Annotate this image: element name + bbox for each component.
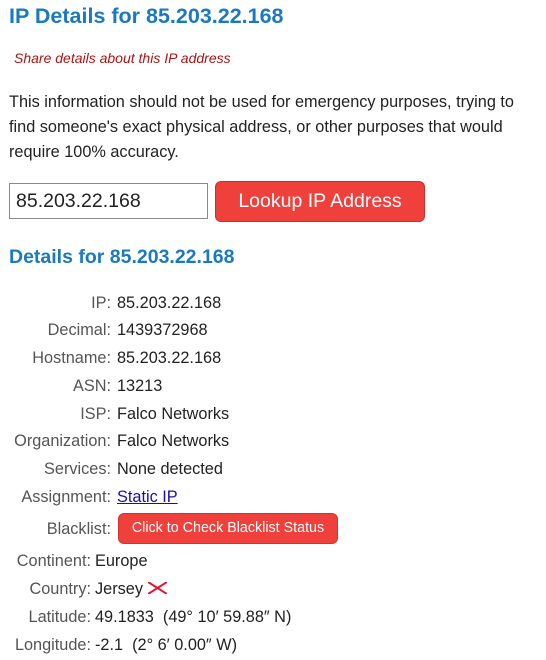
jersey-flag-icon <box>147 580 168 599</box>
latitude-label: Latitude: <box>28 608 91 626</box>
longitude-value: -2.1 (2° 6′ 0.00″ W) <box>95 636 238 654</box>
ip-label: IP: <box>91 294 111 312</box>
latitude-value: 49.1833 (49° 10′ 59.88″ N) <box>95 608 292 626</box>
page-title: IP Details for 85.203.22.168 <box>9 4 284 28</box>
hostname-label: Hostname: <box>32 349 111 367</box>
share-link[interactable]: Share details about this IP address <box>14 50 231 66</box>
continent-label: Continent: <box>16 552 91 570</box>
organization-label: Organization: <box>14 432 111 450</box>
assignment-link[interactable]: Static IP <box>117 488 178 507</box>
continent-value: Europe <box>95 552 148 570</box>
disclaimer-text: This information should not be used for … <box>9 93 514 161</box>
longitude-label: Longitude: <box>14 636 91 654</box>
isp-label: ISP: <box>80 405 111 423</box>
country-row: Jersey <box>95 580 168 599</box>
check-blacklist-button[interactable]: Click to Check Blacklist Status <box>118 513 338 544</box>
organization-value: Falco Networks <box>117 432 230 450</box>
isp-value: Falco Networks <box>117 405 230 423</box>
assignment-label: Assignment: <box>21 488 111 506</box>
blacklist-label: Blacklist: <box>46 520 111 538</box>
details-heading: Details for 85.203.22.168 <box>9 246 235 268</box>
asn-label: ASN: <box>72 377 111 395</box>
country-label: Country: <box>29 580 91 598</box>
lookup-ip-button[interactable]: Lookup IP Address <box>215 181 425 222</box>
decimal-value: 1439372968 <box>117 321 208 339</box>
services-value: None detected <box>117 460 223 478</box>
decimal-label: Decimal: <box>47 321 111 339</box>
ip-address-input[interactable] <box>9 183 208 219</box>
services-label: Services: <box>44 460 111 478</box>
country-value: Jersey <box>95 580 143 598</box>
asn-value: 13213 <box>117 377 163 395</box>
ip-value: 85.203.22.168 <box>117 294 222 312</box>
hostname-value: 85.203.22.168 <box>117 349 222 367</box>
